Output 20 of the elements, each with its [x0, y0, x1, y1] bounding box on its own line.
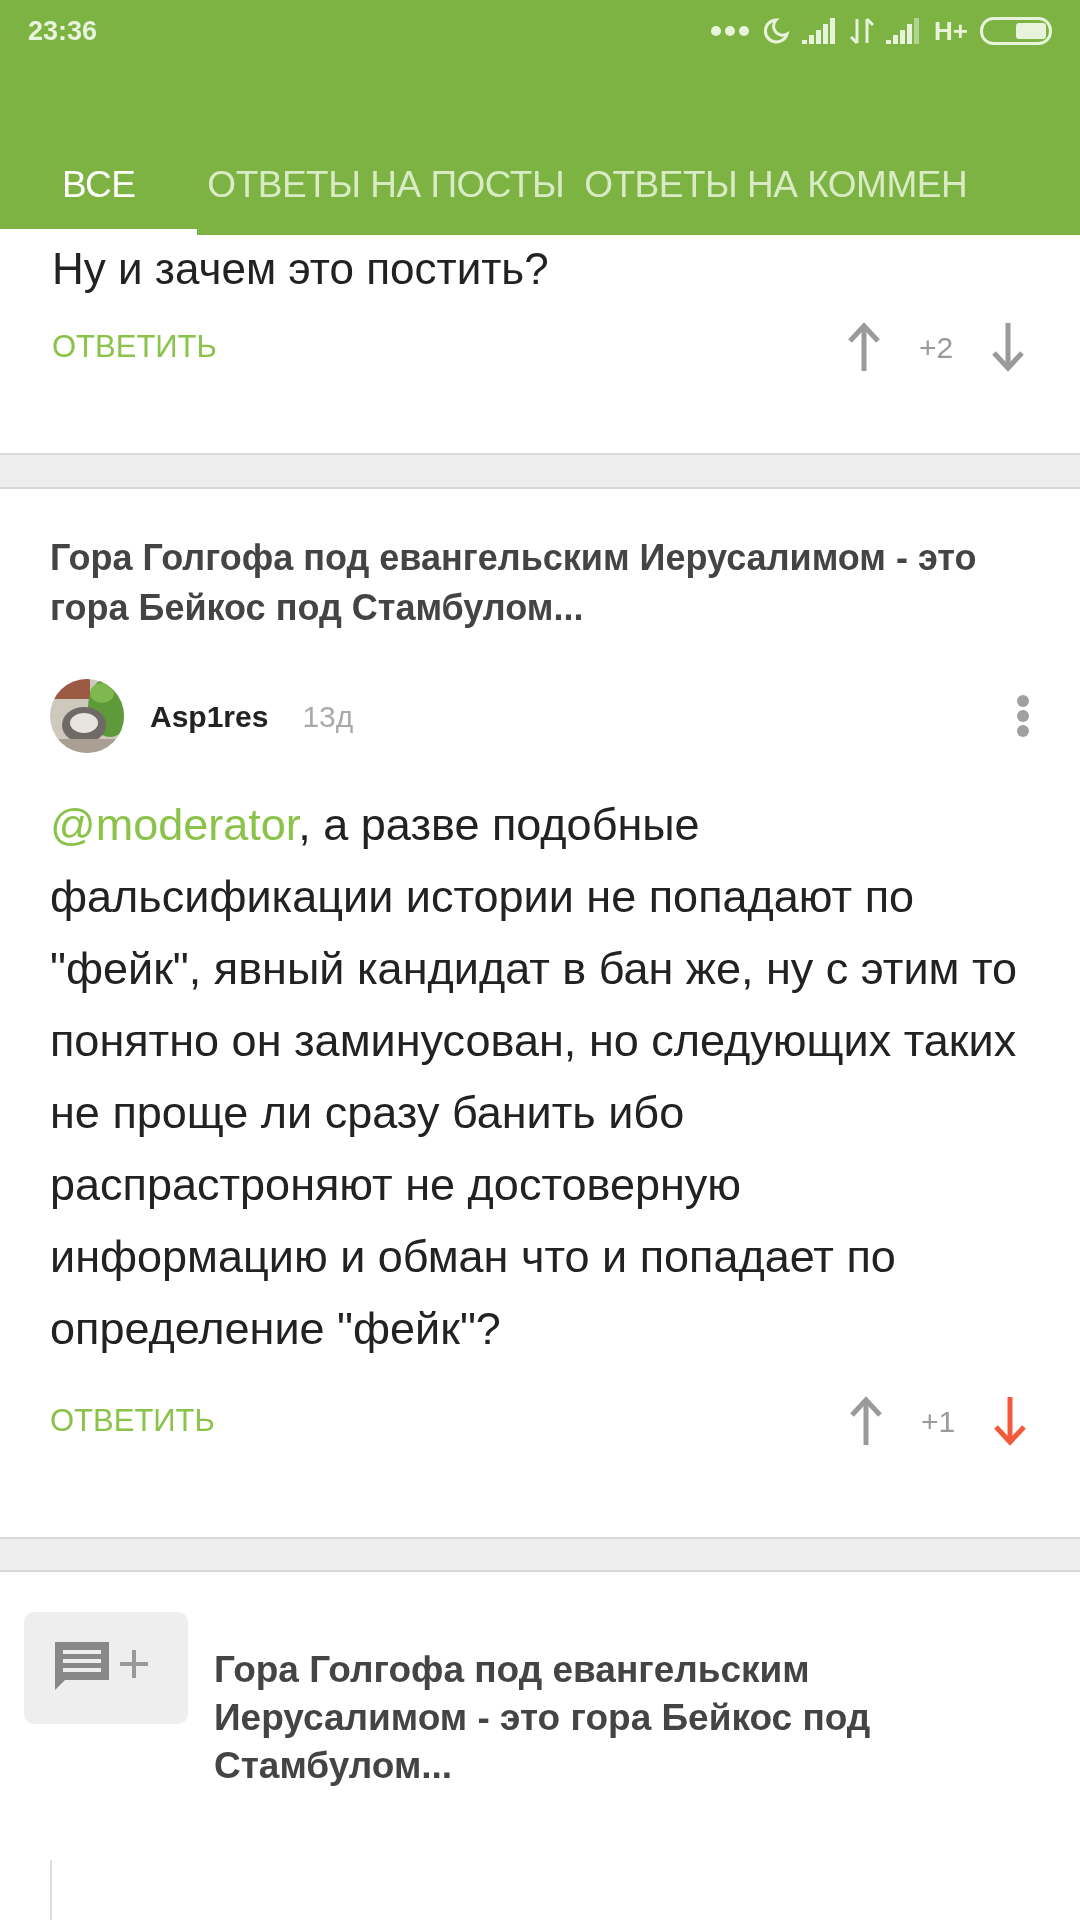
data-transfer-icon [850, 17, 875, 45]
moon-icon [762, 17, 791, 45]
reply-button[interactable]: ОТВЕТИТЬ [50, 1398, 215, 1445]
more-dots-icon [710, 25, 751, 37]
tab[interactable]: ОТВЕТЫ НА КОММЕН [574, 135, 978, 235]
comment-text: @moderator, а разве подобные фальсификации истории не попадают по "фейк", явный кандидат в бан же, ну с этим то понятно он заминусован, но следующих таких не проще ли сразу банить ибо распрастроняют не достоверную информацию и обман что и попадает по определение "фейк"? [50, 798, 1019, 1357]
vote-score: +2 [917, 329, 955, 366]
reply-button[interactable]: ОТВЕТИТЬ [52, 323, 217, 371]
comment-age: 13д [302, 698, 354, 735]
more-options-icon[interactable] [1016, 694, 1030, 739]
post-title[interactable]: Гора Голгофа под евангельским Иерусалимом - это гора Бейкос под Стамбулом... [50, 533, 1030, 634]
vote-score: +1 [919, 1403, 957, 1440]
mention-link[interactable]: @moderator [50, 799, 299, 851]
comment-text: Ну и зачем это постить? [52, 243, 550, 295]
add-comment-icon[interactable] [24, 1612, 188, 1724]
tab[interactable]: ОТВЕТЫ НА ПОСТЫ [197, 135, 575, 235]
author-name[interactable]: Asp1res [150, 693, 269, 739]
battery-icon [980, 17, 1052, 45]
network-type: H+ [934, 14, 968, 48]
status-time: 23:36 [28, 14, 98, 48]
